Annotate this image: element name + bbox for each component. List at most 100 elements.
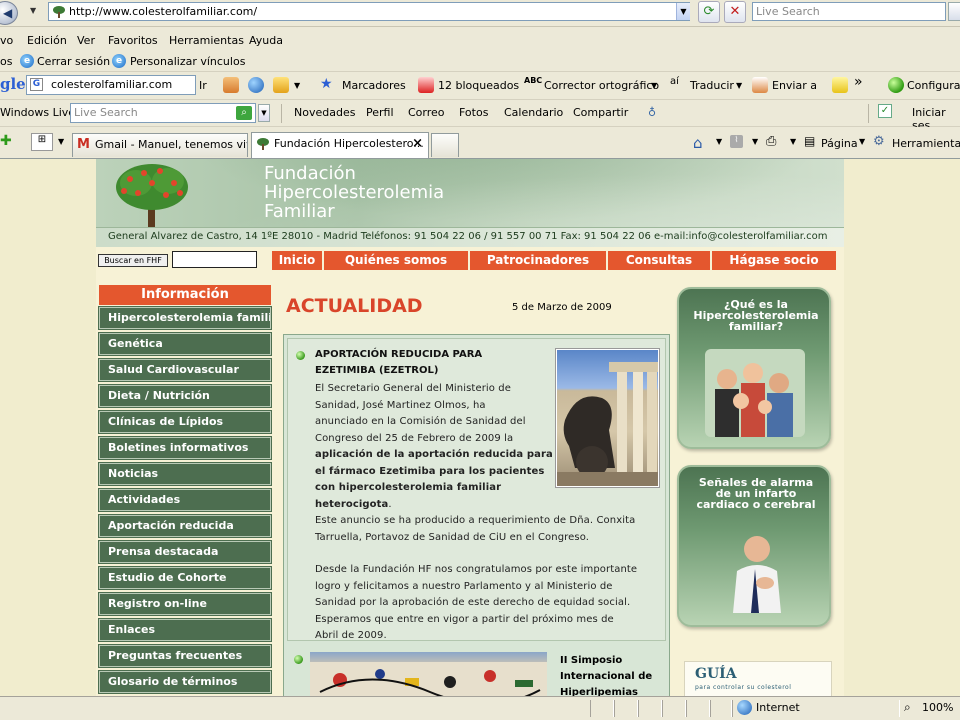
menu-tools[interactable]: Herramientas xyxy=(169,34,244,47)
google-search-input[interactable]: colesterolfamiliar.com xyxy=(26,75,196,95)
ie-page-icon: e xyxy=(20,54,34,68)
sidebar-item-registro[interactable]: Registro on-line xyxy=(98,592,272,616)
sidebar-item-glosario[interactable]: Glosario de términos xyxy=(98,670,272,694)
search-icon[interactable]: ⌕ xyxy=(236,106,252,120)
live-search-input[interactable]: Live Search xyxy=(752,2,946,21)
quick-tabs-icon[interactable]: ⊞ xyxy=(31,133,53,151)
highlighter-icon[interactable] xyxy=(832,77,848,93)
guide-title: GUÍA xyxy=(695,666,737,682)
chevron-down-icon[interactable]: ▼ xyxy=(294,81,300,90)
section-title: ACTUALIDAD xyxy=(286,295,423,317)
chevron-down-icon[interactable]: ▼ xyxy=(752,137,758,146)
nav-consultas[interactable]: Consultas xyxy=(608,251,712,270)
sidebar-item-noticias[interactable]: Noticias xyxy=(98,462,272,486)
wl-correo[interactable]: Correo xyxy=(408,106,445,119)
menu-view[interactable]: Ver xyxy=(77,34,95,47)
blocked-count[interactable]: 12 bloqueados xyxy=(438,79,519,92)
nav-patrocinadores[interactable]: Patrocinadores xyxy=(470,251,608,270)
url-input[interactable]: http://www.colesterolfamiliar.com/ xyxy=(48,2,690,21)
google-g-icon[interactable]: G xyxy=(30,78,43,91)
tab-list-dropdown[interactable]: ▼ xyxy=(58,137,64,146)
menu-help[interactable]: Ayuda xyxy=(249,34,283,47)
nav-hagase-socio[interactable]: Hágase socio xyxy=(712,251,836,270)
stop-icon[interactable]: ✕ xyxy=(724,1,746,23)
news-title[interactable]: APORTACIÓN REDUCIDA PARA EZETIMIBA (EZET… xyxy=(315,347,482,379)
sidebar-item-preguntas[interactable]: Preguntas frecuentes xyxy=(98,644,272,668)
nav-inicio[interactable]: Inicio xyxy=(272,251,324,270)
brand-line-2: Hipercolesterolemia xyxy=(264,182,445,203)
url-dropdown-button[interactable]: ▼ xyxy=(676,3,690,20)
guide-banner[interactable]: GUÍA para controlar su colesterol xyxy=(684,661,832,696)
windows-live-search-input[interactable]: Live Search xyxy=(70,103,256,123)
refresh-icon[interactable]: ⟳ xyxy=(698,1,720,23)
box-senales-alarma[interactable]: Señales de alarma de un infarto cardiaco… xyxy=(677,465,831,627)
globe-icon[interactable] xyxy=(248,77,264,93)
sidebar-item-actividades[interactable]: Actividades xyxy=(98,488,272,512)
tab-gmail[interactable]: M Gmail - Manuel, tenemos vivi... xyxy=(72,133,248,157)
sidebar-item-prensa[interactable]: Prensa destacada xyxy=(98,540,272,564)
home-icon[interactable]: ⌂ xyxy=(693,134,703,152)
sidebar-item-aportacion[interactable]: Aportación reducida xyxy=(98,514,272,538)
menu-edit[interactable]: Edición xyxy=(27,34,67,47)
add-favorite-icon[interactable]: ✚ xyxy=(0,133,12,149)
sidebar-item-boletines[interactable]: Boletines informativos xyxy=(98,436,272,460)
translate-button[interactable]: Traducir xyxy=(690,79,734,92)
nav-history-dropdown[interactable]: ▼ xyxy=(30,6,36,15)
search-fhf-input[interactable] xyxy=(172,251,257,268)
print-icon[interactable]: ⎙ xyxy=(766,134,776,149)
new-tab-button[interactable] xyxy=(431,133,459,157)
feeds-icon[interactable]: ⌇ xyxy=(730,135,743,148)
chevron-down-icon[interactable]: ▼ xyxy=(790,137,796,146)
nav-quienes-somos[interactable]: Quiénes somos xyxy=(324,251,470,270)
gmail-icon: M xyxy=(77,137,90,152)
site-brand[interactable]: Fundación Hipercolesterolemia Familiar xyxy=(264,164,444,221)
bookmarks-button[interactable]: Marcadores xyxy=(342,79,406,92)
news-icon[interactable] xyxy=(223,77,239,93)
search-go-button[interactable] xyxy=(948,2,960,21)
menu-favorites[interactable]: Favoritos xyxy=(108,34,158,47)
wl-fotos[interactable]: Fotos xyxy=(459,106,488,119)
search-fhf-button[interactable]: Buscar en FHF xyxy=(98,254,168,267)
wl-perfil[interactable]: Perfil xyxy=(366,106,394,119)
zoom-level[interactable]: 100% xyxy=(922,701,953,714)
config-button[interactable]: Configurac xyxy=(907,79,960,92)
back-button[interactable]: ◀ xyxy=(0,1,18,25)
page-viewport[interactable]: Fundación Hipercolesterolemia Familiar G… xyxy=(0,159,960,696)
wl-novedades[interactable]: Novedades xyxy=(294,106,355,119)
chevron-down-icon[interactable]: ▼ xyxy=(651,81,657,90)
chevron-down-icon[interactable]: ▼ xyxy=(258,104,270,122)
wl-compartir[interactable]: Compartir xyxy=(573,106,628,119)
link-personalizar[interactable]: Personalizar vínculos xyxy=(130,55,245,68)
star-icon[interactable]: ★ xyxy=(320,76,333,92)
tab-fundacion[interactable]: Fundación Hipercolestero... × xyxy=(251,132,429,158)
box-que-es-hf[interactable]: ¿Qué es la Hipercolesterolemia familiar? xyxy=(677,287,831,449)
more-button[interactable]: » xyxy=(854,74,863,90)
sidebar-item-dieta[interactable]: Dieta / Nutrición xyxy=(98,384,272,408)
wl-calendario[interactable]: Calendario xyxy=(504,106,563,119)
sidebar-item-cohorte[interactable]: Estudio de Cohorte xyxy=(98,566,272,590)
news-bold-line: el fármaco Ezetimiba para los pacientes xyxy=(315,465,545,477)
zoom-icon[interactable]: ⌕ xyxy=(904,700,911,715)
chevron-down-icon[interactable]: ▼ xyxy=(859,137,865,146)
tree-logo-icon xyxy=(116,164,188,229)
sidebar-item-enlaces[interactable]: Enlaces xyxy=(98,618,272,642)
sidebar-item-genetica[interactable]: Genética xyxy=(98,332,272,356)
menu-file[interactable]: vo xyxy=(0,34,13,47)
sidebar-item-hipercolesterolemia[interactable]: Hipercolesterolemia familiar xyxy=(98,306,272,330)
send-button[interactable]: Enviar a xyxy=(772,79,817,92)
news-2-title[interactable]: II Simposio Internacional de Hiperlipemi… xyxy=(560,653,652,696)
sidebar-item-clinicas[interactable]: Clínicas de Lípidos xyxy=(98,410,272,434)
translator-icon[interactable]: ♁ xyxy=(648,106,656,119)
tools-menu[interactable]: Herramientas xyxy=(892,137,960,150)
link-cerrar-sesion[interactable]: Cerrar sesión xyxy=(37,55,110,68)
checkbox-icon[interactable]: ✓ xyxy=(878,104,892,118)
close-tab-icon[interactable]: × xyxy=(412,133,423,155)
sidebar-item-salud-cardiovascular[interactable]: Salud Cardiovascular xyxy=(98,358,272,382)
page-menu[interactable]: Página xyxy=(821,137,858,150)
chevron-down-icon[interactable]: ▼ xyxy=(736,81,742,90)
puzzle-icon[interactable] xyxy=(273,77,289,93)
google-ir-button[interactable]: Ir xyxy=(199,79,207,92)
spellcheck-button[interactable]: Corrector ortográfico xyxy=(544,79,659,92)
status-segment xyxy=(710,700,732,717)
chevron-down-icon[interactable]: ▼ xyxy=(716,137,722,146)
